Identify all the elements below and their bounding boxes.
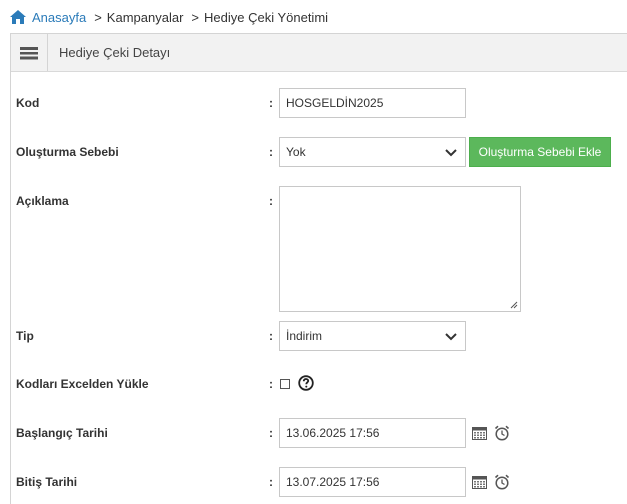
colon: : [269,96,273,110]
calendar-icon[interactable] [472,427,487,440]
breadcrumb-separator: > [191,9,199,25]
colon: : [269,329,273,343]
chevron-down-icon [445,149,457,157]
bitis-date-input[interactable]: 13.07.2025 17:56 [279,467,466,497]
form-row-aciklama: Açıklama : [16,186,627,312]
kod-value: HOSGELDİN2025 [286,96,384,110]
panel-header: Hediye Çeki Detayı [11,34,627,72]
detail-panel: Hediye Çeki Detayı Kod : HOSGELDİN2025 O… [10,33,627,504]
colon: : [269,145,273,159]
form-row-baslangic: Başlangıç Tarihi : 13.06.2025 17:56 [16,418,627,450]
excel-checkbox[interactable] [280,379,290,389]
sebep-label: Oluşturma Sebebi [16,145,119,159]
excel-label: Kodları Excelden Yükle [16,377,149,391]
form-row-sebep: Oluşturma Sebebi : Yok Oluşturma Sebebi … [16,137,627,169]
sebep-selected-value: Yok [286,145,306,159]
breadcrumb-item-current: Hediye Çeki Yönetimi [204,9,329,25]
bitis-value: 13.07.2025 17:56 [286,475,380,489]
bitis-label: Bitiş Tarihi [16,475,78,489]
calendar-icon[interactable] [472,476,487,489]
breadcrumb-item-kampanyalar[interactable]: Kampanyalar [107,10,184,25]
tip-selected-value: İndirim [286,329,323,343]
home-icon[interactable] [10,10,26,24]
breadcrumb-home-link[interactable]: Anasayfa [32,10,86,25]
colon: : [269,194,273,208]
form-row-kod: Kod : HOSGELDİN2025 [16,88,627,120]
sebep-select[interactable]: Yok [279,137,466,167]
aciklama-label: Açıklama [16,194,69,208]
baslangic-value: 13.06.2025 17:56 [286,426,380,440]
baslangic-label: Başlangıç Tarihi [16,426,108,440]
menu-toggle-button[interactable] [11,34,48,71]
chevron-down-icon [445,333,457,341]
alarm-clock-icon[interactable] [494,474,510,490]
tip-label: Tip [16,329,34,343]
colon: : [269,475,273,489]
alarm-clock-icon[interactable] [494,425,510,441]
kod-label: Kod [16,96,40,110]
form-row-excel: Kodları Excelden Yükle : [16,369,627,401]
add-reason-button[interactable]: Oluşturma Sebebi Ekle [469,137,611,167]
form-row-tip: Tip : İndirim [16,321,627,353]
baslangic-date-input[interactable]: 13.06.2025 17:56 [279,418,466,448]
hamburger-menu-icon [20,46,38,59]
panel-title: Hediye Çeki Detayı [59,45,171,60]
breadcrumb: Anasayfa > Kampanyalar > Hediye Çeki Yön… [10,7,328,27]
aciklama-textarea[interactable] [279,186,521,312]
tip-select[interactable]: İndirim [279,321,466,351]
form-row-bitis: Bitiş Tarihi : 13.07.2025 17:56 [16,467,627,499]
resize-handle-icon[interactable] [510,301,518,309]
kod-input[interactable]: HOSGELDİN2025 [279,88,466,118]
question-circle-icon[interactable] [298,375,314,391]
colon: : [269,426,273,440]
breadcrumb-separator: > [94,9,102,25]
colon: : [269,377,273,391]
